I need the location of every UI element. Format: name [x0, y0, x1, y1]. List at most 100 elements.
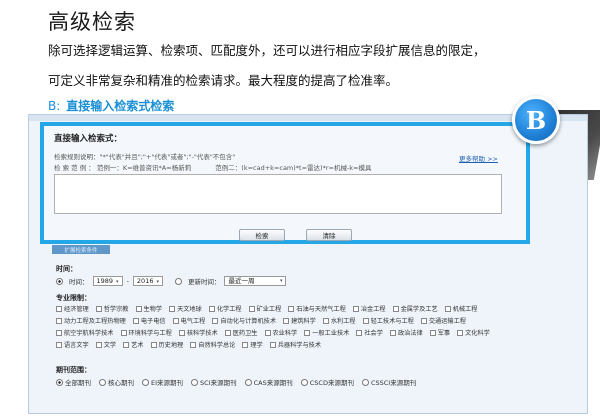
radio-icon [191, 378, 199, 386]
chevron-down-icon: ▾ [116, 279, 119, 285]
subject-label: 金属学及工艺 [400, 306, 438, 313]
checkbox-icon [135, 305, 142, 312]
subject-checkbox[interactable]: 生物学 [135, 304, 163, 313]
checkbox-icon [132, 317, 139, 324]
subject-label: 动力工程及工程热物理 [64, 318, 126, 325]
journal-range-option[interactable]: 核心期刊 [99, 377, 134, 387]
checkbox-icon [169, 305, 176, 312]
journal-range-option[interactable]: CSCD来源期刊 [300, 377, 354, 387]
journal-range-label: SCI来源期刊 [200, 379, 237, 387]
search-button[interactable]: 检索 [239, 229, 285, 241]
subject-label: 兵器科学与技术 [277, 342, 322, 349]
subject-checkbox[interactable]: 经济管理 [56, 304, 89, 313]
subject-checkbox[interactable]: 语言文字 [56, 340, 89, 349]
journal-range-label: CAS来源期刊 [253, 379, 293, 387]
checkbox-icon [95, 305, 102, 312]
checkbox-icon [56, 305, 62, 312]
subject-checkbox[interactable]: 化学工程 [208, 304, 242, 313]
subject-label: 冶金工程 [360, 306, 386, 313]
subject-checkbox[interactable]: 理学 [242, 340, 263, 349]
checkbox-icon [178, 329, 185, 336]
journal-range-option[interactable]: CSSCI来源期刊 [361, 377, 416, 387]
subject-checkbox[interactable]: 环境科学与工程 [120, 328, 172, 337]
checkbox-icon [283, 317, 290, 324]
subject-checkbox[interactable]: 动力工程及工程热物理 [56, 316, 126, 325]
checkbox-icon [444, 305, 451, 312]
time-radio[interactable] [56, 277, 63, 285]
more-help-link[interactable]: 更多帮助 >> [459, 153, 498, 163]
subject-checkbox[interactable]: 军事 [429, 328, 450, 337]
time-option-label: 时间： [69, 278, 89, 286]
subject-checkbox[interactable]: 文化科学 [457, 328, 490, 337]
clear-button[interactable]: 清除 [306, 229, 352, 241]
checkbox-icon [123, 341, 130, 348]
from-year-select[interactable]: 1989 ▾ [92, 276, 123, 286]
to-year-select[interactable]: 2016 ▾ [132, 276, 163, 286]
update-option-label: 更新时间： [187, 278, 221, 286]
subject-checkbox[interactable]: 轻工技术与工程 [362, 316, 414, 325]
subject-label: 经济管理 [64, 306, 89, 313]
subject-checkbox[interactable]: 政治法律 [389, 328, 423, 337]
subject-checkbox[interactable]: 自动化与计算机技术 [212, 316, 276, 325]
subject-checkbox[interactable]: 冶金工程 [352, 304, 386, 313]
extended-conditions-tab[interactable]: 扩展检索条件 [52, 245, 110, 254]
subject-checkbox[interactable]: 航空宇航科学技术 [56, 328, 114, 337]
subject-checkbox[interactable]: 天文地球 [169, 304, 202, 313]
checkbox-icon [269, 341, 276, 348]
checkbox-icon [95, 341, 102, 348]
journal-range-option[interactable]: 全部期刊 [56, 377, 91, 387]
example-1: 范例一：K=维普资讯*A=杨新莉 [96, 164, 192, 172]
subject-label: 艺术 [131, 342, 144, 349]
subject-checkbox[interactable]: 交通运输工程 [420, 316, 466, 325]
subject-row: 航空宇航科学技术 环境科学与工程 核科学技术 医药卫生 农业科学 一般工业技术 社会学 政治法… [56, 328, 566, 337]
direct-input-panel: 直接输入检索式： 检索规则说明："*"代表"并且";"+"代表"或者";"-"代… [40, 122, 530, 244]
subject-checkbox[interactable]: 矿业工程 [248, 304, 281, 313]
update-period-select[interactable]: 最近一周 ▾ [224, 276, 287, 286]
subject-checkbox[interactable]: 核科学技术 [178, 328, 218, 337]
checkbox-icon [120, 329, 127, 336]
subject-label: 政治法律 [397, 330, 423, 337]
subject-checkbox[interactable]: 兵器科学与技术 [269, 340, 322, 349]
checkbox-icon [56, 329, 62, 336]
subject-checkbox[interactable]: 文学 [95, 340, 117, 349]
checkbox-icon [242, 341, 249, 348]
subject-checkbox[interactable]: 哲学宗教 [95, 304, 129, 313]
checkbox-icon [429, 329, 436, 336]
example-label: 检 索 范 例 ： [54, 164, 95, 172]
subject-checkbox[interactable]: 机械工程 [444, 304, 477, 313]
subject-label: 生物学 [143, 306, 163, 313]
subject-checkbox[interactable]: 金属学及工艺 [392, 304, 438, 313]
subject-label: 化学工程 [216, 306, 242, 313]
range-label: 期刊范围： [56, 366, 91, 374]
checkbox-icon [56, 341, 62, 348]
subject-checkbox[interactable]: 艺术 [123, 340, 144, 349]
query-textarea[interactable] [54, 174, 502, 214]
subject-checkbox[interactable]: 水利工程 [322, 316, 356, 325]
update-radio[interactable] [174, 277, 182, 285]
subject-checkbox[interactable]: 社会学 [356, 328, 383, 337]
subject-checkbox[interactable]: 历史地理 [150, 340, 184, 349]
subject-checkbox[interactable]: 石油与天然气工程 [288, 304, 346, 313]
subject-checkbox[interactable]: 农业科学 [264, 328, 297, 337]
subject-label: 哲学宗教 [103, 306, 129, 313]
journal-range-option[interactable]: EI来源期刊 [142, 377, 183, 387]
subject-label: 文学 [103, 342, 117, 349]
subject-label: 历史地理 [158, 342, 184, 349]
time-row: 时间： 1989 ▾ - 2016 ▾ 更新时间： 最近一周 ▾ [56, 276, 287, 286]
subject-checkbox[interactable]: 建筑科学 [283, 316, 316, 325]
subject-label: 核科学技术 [186, 330, 218, 337]
journal-range-option[interactable]: CAS来源期刊 [244, 377, 293, 387]
subject-row: 语言文字 文学 艺术 历史地理 自然科学总论 理学 兵器科学与技术 [56, 340, 566, 349]
syntax-rules: 检索规则说明："*"代表"并且";"+"代表"或者";"-"代表"不包含" [54, 153, 236, 161]
journal-range-option[interactable]: SCI来源期刊 [191, 377, 237, 387]
subject-checkbox[interactable]: 医药卫生 [224, 328, 258, 337]
subject-checkbox[interactable]: 一般工业技术 [304, 328, 349, 337]
subject-checkbox[interactable]: 电气工程 [172, 316, 206, 325]
subject-label: 电气工程 [180, 318, 206, 325]
subject-label: 自然科学总论 [198, 342, 236, 349]
subject-label: 自动化与计算机技术 [220, 318, 277, 325]
checkbox-icon [172, 317, 179, 324]
subject-checkbox[interactable]: 电子电信 [132, 316, 166, 325]
subject-label: 医药卫生 [232, 330, 258, 337]
subject-checkbox[interactable]: 自然科学总论 [190, 340, 235, 349]
